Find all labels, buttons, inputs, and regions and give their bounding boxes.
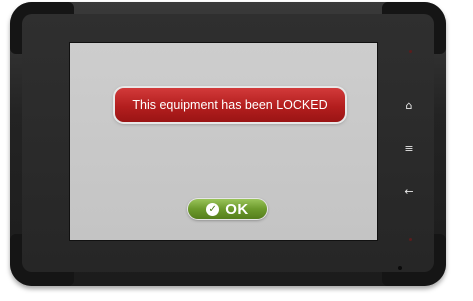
locked-alert-banner: This equipment has been LOCKED xyxy=(115,88,345,122)
ok-button-label: OK xyxy=(225,200,249,218)
home-key[interactable]: ⌂ xyxy=(401,99,417,113)
home-icon: ⌂ xyxy=(405,99,413,112)
screw xyxy=(398,266,402,270)
back-arrow-icon: ← xyxy=(404,185,414,198)
ok-button[interactable]: ✓ OK xyxy=(188,199,267,219)
back-key[interactable]: ← xyxy=(401,185,417,199)
menu-key[interactable]: ≡ xyxy=(401,142,417,156)
menu-icon: ≡ xyxy=(404,142,414,155)
light-sensor xyxy=(409,238,412,241)
check-circle-icon: ✓ xyxy=(206,202,220,216)
status-led xyxy=(409,50,412,53)
